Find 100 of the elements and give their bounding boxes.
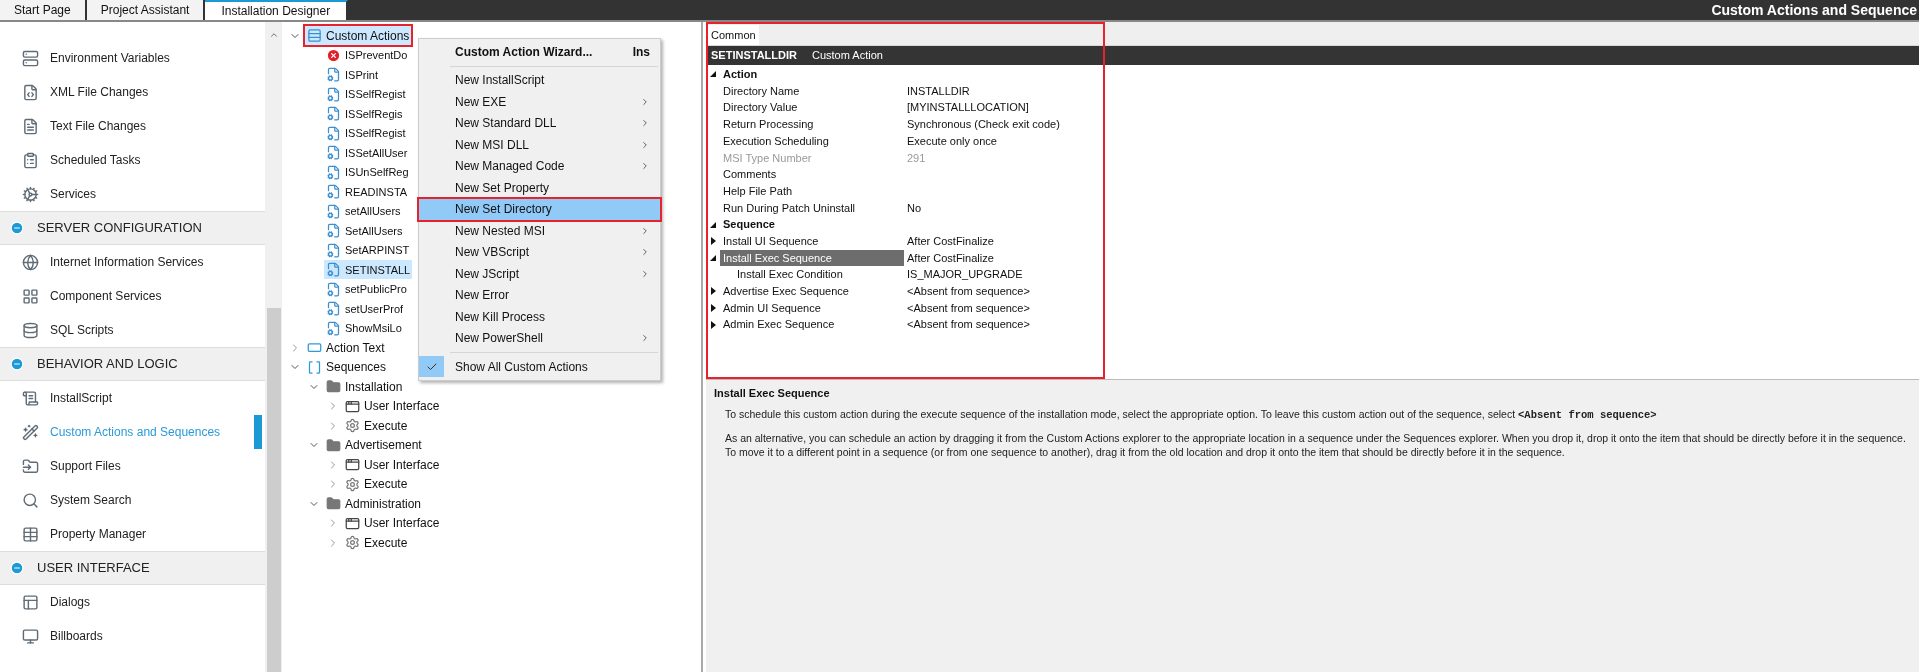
expand-triangle-icon[interactable]: [710, 303, 716, 312]
script-icon: [22, 389, 39, 407]
property-value: No: [907, 200, 922, 216]
tree-item[interactable]: ISUnSelfReg: [324, 162, 411, 182]
sidebar-item[interactable]: Property Manager: [50, 525, 147, 543]
window-icon: [345, 515, 360, 531]
category-title: Action: [722, 67, 758, 83]
expand-triangle-icon[interactable]: [710, 320, 716, 329]
property-name[interactable]: Directory Value: [720, 99, 904, 116]
tree-item[interactable]: setAllUsers: [324, 201, 403, 221]
menu-item[interactable]: New MSI DLL: [419, 134, 660, 156]
property-name[interactable]: Admin UI Sequence: [720, 299, 904, 316]
monitor-icon: [22, 627, 39, 645]
tree-item[interactable]: Execute: [343, 533, 410, 553]
tree-item[interactable]: setUserProf: [324, 299, 406, 319]
sidebar-item[interactable]: Environment Variables: [50, 49, 170, 67]
gear-icon: [345, 476, 360, 492]
sidebar-item[interactable]: Billboards: [50, 627, 103, 645]
tree-item[interactable]: ShowMsiLo: [324, 318, 404, 338]
tree-item[interactable]: ISSelfRegist: [324, 123, 408, 143]
sidebar-item[interactable]: Dialogs: [50, 593, 91, 611]
property-name[interactable]: Help File Path: [720, 183, 904, 200]
property-name[interactable]: Return Processing: [720, 116, 904, 133]
tab[interactable]: Installation Designer: [205, 0, 349, 20]
sidebar-item[interactable]: Support Files: [50, 457, 121, 475]
tree-item[interactable]: ISSelfRegist: [324, 84, 408, 104]
menu-item[interactable]: New PowerShell: [419, 327, 660, 349]
menu-item[interactable]: Custom Action Wizard... Ins: [419, 41, 660, 63]
tree-item[interactable]: Custom Actions: [305, 26, 412, 46]
property-name[interactable]: Directory Name: [720, 83, 904, 100]
menu-item[interactable]: New Nested MSI: [419, 220, 660, 242]
sidebar-item[interactable]: Internet Information Services: [50, 253, 204, 271]
collapse-icon: [10, 221, 24, 235]
sidebar-item[interactable]: Component Services: [50, 287, 162, 305]
section-header[interactable]: SERVER CONFIGURATION: [0, 211, 265, 245]
tree-item[interactable]: Execute: [343, 474, 410, 494]
section-title: SERVER CONFIGURATION: [37, 219, 202, 238]
tree-item[interactable]: User Interface: [343, 396, 442, 416]
tree-item[interactable]: ISSetAllUser: [324, 143, 410, 163]
sidebar-item[interactable]: Scheduled Tasks: [50, 151, 141, 169]
property-name[interactable]: Advertise Exec Sequence: [720, 283, 904, 300]
tree-item[interactable]: Action Text: [305, 338, 387, 358]
tree-item[interactable]: SETINSTALL: [324, 260, 413, 280]
sidebar-item[interactable]: Text File Changes: [50, 117, 147, 135]
menu-item[interactable]: New JScript: [419, 263, 660, 285]
property-name[interactable]: Admin Exec Sequence: [720, 316, 904, 333]
grid-icon: [22, 287, 39, 305]
menu-item[interactable]: New VBScript: [419, 241, 660, 263]
tree-item[interactable]: ISPrint: [324, 65, 380, 85]
collapse-triangle-icon[interactable]: [710, 221, 716, 228]
tree-item[interactable]: Advertisement: [324, 435, 424, 455]
sidebar-item[interactable]: SQL Scripts: [50, 321, 114, 339]
tab[interactable]: Start Page: [0, 0, 87, 20]
property-name[interactable]: Install UI Sequence: [720, 233, 904, 250]
folder-icon: [326, 496, 341, 512]
tree-item[interactable]: User Interface: [343, 455, 442, 475]
gears-icon: [22, 185, 39, 203]
tree-item[interactable]: SetAllUsers: [324, 221, 405, 241]
menu-item[interactable]: New EXE: [419, 91, 660, 113]
tree-item[interactable]: setPublicPro: [324, 279, 409, 299]
menu-item[interactable]: New Standard DLL: [419, 112, 660, 134]
sidebar-item[interactable]: Services: [50, 185, 96, 203]
tree-item[interactable]: User Interface: [343, 513, 442, 533]
section-header[interactable]: BEHAVIOR AND LOGIC: [0, 347, 265, 381]
sidebar-item[interactable]: System Search: [50, 491, 132, 509]
property-name[interactable]: Run During Patch Uninstall: [720, 199, 904, 216]
tree-item[interactable]: Sequences: [305, 357, 389, 377]
property-value: [MYINSTALLLOCATION]: [907, 100, 1029, 116]
text-file-icon: [22, 117, 39, 135]
menu-item[interactable]: New Error: [419, 284, 660, 306]
menu-item[interactable]: New Set Property: [419, 177, 660, 199]
section-header[interactable]: USER INTERFACE: [0, 551, 265, 585]
tree-item[interactable]: ISSelfRegis: [324, 104, 405, 124]
property-name[interactable]: Comments: [720, 166, 904, 183]
scrollbar-thumb[interactable]: [266, 308, 281, 672]
category-title: Sequence: [722, 217, 775, 233]
menu-item[interactable]: New Managed Code: [419, 155, 660, 177]
collapse-triangle-icon[interactable]: [710, 71, 716, 78]
tab[interactable]: Common: [708, 25, 759, 45]
menu-item[interactable]: New InstallScript: [419, 69, 660, 91]
tree-item[interactable]: Installation: [324, 377, 405, 397]
tree-item[interactable]: Execute: [343, 416, 410, 436]
property-name[interactable]: Install Exec Sequence: [720, 249, 904, 266]
tree-item[interactable]: ISPreventDo: [324, 45, 410, 65]
tree-item[interactable]: Administration: [324, 494, 424, 514]
search-icon: [22, 491, 39, 509]
menu-item[interactable]: Show All Custom Actions: [419, 356, 660, 378]
sidebar-item[interactable]: InstallScript: [50, 389, 113, 407]
property-name[interactable]: Install Exec Condition: [720, 266, 904, 283]
property-name[interactable]: Execution Scheduling: [720, 133, 904, 150]
expand-triangle-icon[interactable]: [710, 287, 716, 296]
tree-item[interactable]: SetARPINST: [324, 240, 412, 260]
table-icon: [22, 525, 39, 543]
tree-item[interactable]: READINSTA: [324, 182, 410, 202]
scroll-up-icon[interactable]: [268, 30, 279, 40]
tab[interactable]: Project Assistant: [86, 0, 206, 20]
sidebar-item[interactable]: XML File Changes: [50, 83, 149, 101]
menu-item[interactable]: New Set Directory: [419, 198, 660, 220]
expand-triangle-icon[interactable]: [710, 237, 716, 246]
menu-item[interactable]: New Kill Process: [419, 306, 660, 328]
